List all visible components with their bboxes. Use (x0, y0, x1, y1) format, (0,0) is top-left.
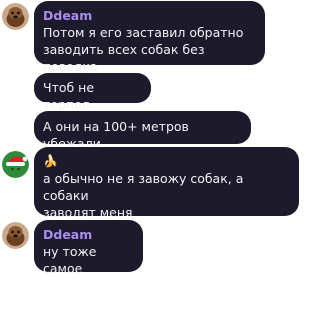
message-bubble-1[interactable]: Ddeam Потом я его заставил обратно завод… (34, 1, 265, 74)
user-avatar-dog[interactable] (2, 222, 29, 249)
message-bubble-3[interactable]: А они на 100+ метров убежали (34, 111, 251, 151)
banana-emoji-icon: 🍌 (43, 154, 58, 168)
user-avatar-santa-hat[interactable] (2, 151, 29, 178)
message-bubble-5[interactable]: Ddeam ну тоже самое (34, 220, 143, 276)
message-author[interactable]: Ddeam (43, 226, 134, 243)
message-bubble-2[interactable]: Чтоб не терпел (34, 73, 151, 112)
message-text: Потом я его заставил обратно заводить вс… (43, 25, 244, 74)
message-author[interactable]: Ddeam (43, 7, 256, 24)
user-avatar-dog[interactable] (2, 3, 29, 30)
message-text: ну тоже самое (43, 244, 97, 276)
message-text: Чтоб не терпел (43, 80, 95, 112)
message-text: а обычно не я завожу собак, а собаки зав… (43, 171, 244, 220)
message-bubble-4[interactable]: 🍌 а обычно не я завожу собак, а собаки з… (34, 147, 299, 220)
